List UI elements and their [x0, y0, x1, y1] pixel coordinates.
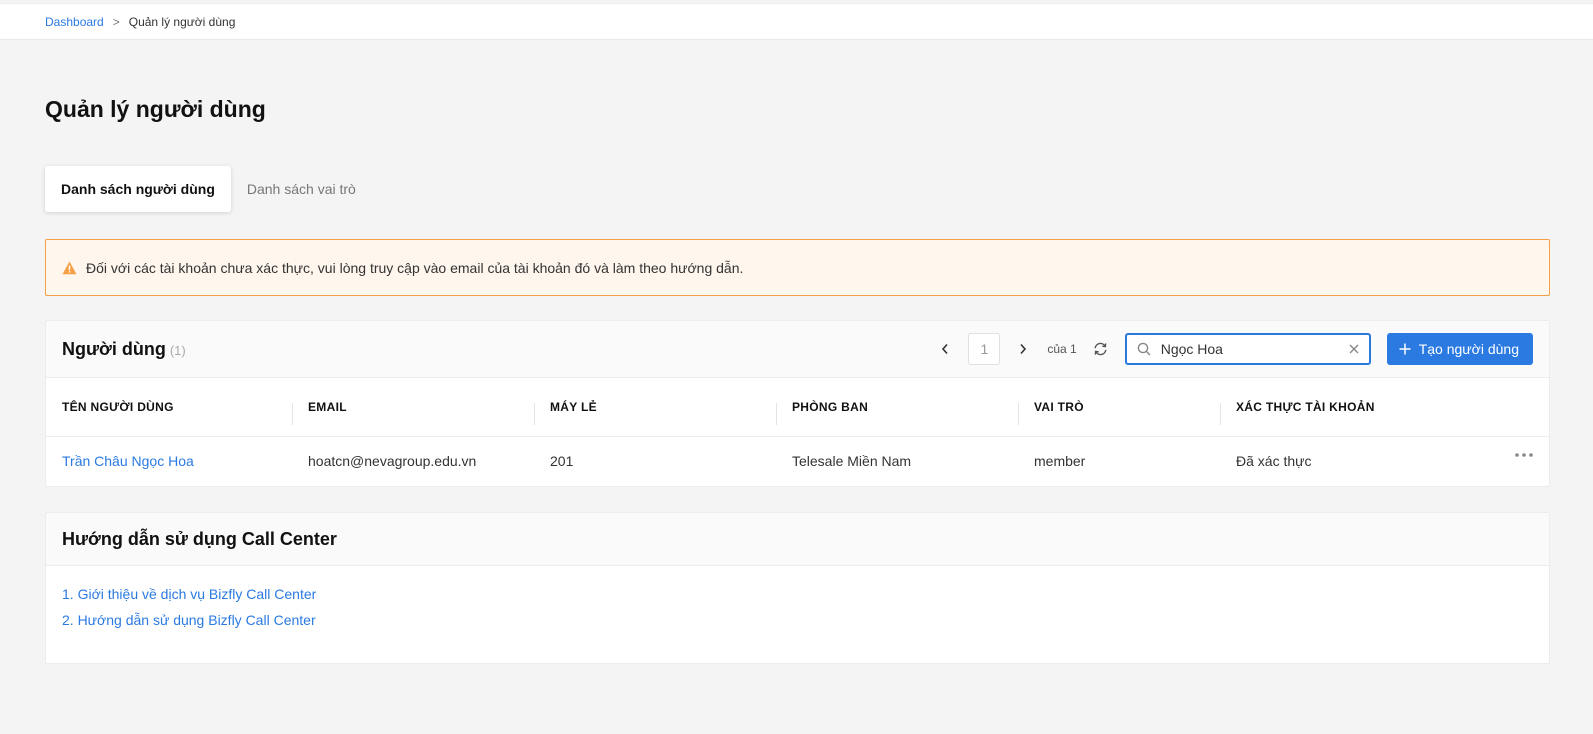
prev-page-button[interactable] [933, 333, 957, 365]
user-verification-cell: Đã xác thực [1220, 436, 1549, 486]
column-header-name[interactable]: TÊN NGƯỜI DÙNG [46, 378, 292, 437]
create-user-button[interactable]: Tạo người dùng [1386, 333, 1533, 365]
search-icon [1137, 342, 1151, 356]
table-header-row: TÊN NGƯỜI DÙNG EMAIL MÁY LẺ PHÒNG BAN VA… [46, 378, 1549, 437]
user-role: member [1034, 453, 1086, 470]
user-department: Telesale Miền Nam [792, 453, 912, 470]
guide-links: 1. Giới thiệu về dịch vụ Bizfly Call Cen… [46, 566, 1549, 636]
users-card-title: Người dùng [62, 338, 166, 359]
column-header-email[interactable]: EMAIL [292, 378, 534, 437]
table-row: Trần Châu Ngọc Hoa hoatcn@nevagroup.edu.… [46, 436, 1549, 486]
column-header-verification[interactable]: XÁC THỰC TÀI KHOẢN [1220, 378, 1549, 437]
user-extension: 201 [550, 453, 574, 470]
refresh-icon [1094, 342, 1107, 356]
users-toolbar: của 1 [933, 333, 1533, 365]
close-icon [1349, 344, 1359, 354]
column-header-department[interactable]: PHÒNG BAN [776, 378, 1018, 437]
more-horizontal-icon [1515, 453, 1533, 458]
guide-link-usage[interactable]: 2. Hướng dẫn sử dụng Bizfly Call Center [62, 610, 1533, 636]
unverified-accounts-alert: Đối với các tài khoản chưa xác thực, vui… [45, 239, 1550, 296]
breadcrumb: Dashboard > Quản lý người dùng [0, 3, 1593, 40]
guide-card-header: Hướng dẫn sử dụng Call Center [46, 513, 1549, 566]
plus-icon [1399, 343, 1411, 355]
breadcrumb-dashboard-link[interactable]: Dashboard [45, 15, 104, 29]
clear-search-button[interactable] [1349, 344, 1359, 354]
alert-text: Đối với các tài khoản chưa xác thực, vui… [86, 259, 744, 276]
user-search-box[interactable] [1124, 333, 1371, 365]
column-header-extension[interactable]: MÁY LẺ [534, 378, 776, 437]
breadcrumb-separator: > [112, 14, 120, 29]
users-table: TÊN NGƯỜI DÙNG EMAIL MÁY LẺ PHÒNG BAN VA… [46, 378, 1549, 486]
users-card: Người dùng (1) của 1 [45, 320, 1550, 487]
next-page-button[interactable] [1011, 333, 1035, 365]
tab-user-list[interactable]: Danh sách người dùng [45, 166, 231, 212]
create-user-label: Tạo người dùng [1418, 341, 1519, 357]
user-count: (1) [169, 342, 186, 358]
user-name-link[interactable]: Trần Châu Ngọc Hoa [62, 453, 194, 469]
breadcrumb-current: Quản lý người dùng [128, 14, 236, 29]
guide-card: Hướng dẫn sử dụng Call Center 1. Giới th… [45, 512, 1550, 664]
user-search-input[interactable] [1160, 341, 1349, 357]
tab-bar: Danh sách người dùng Danh sách vai trò [45, 166, 372, 212]
guide-card-title: Hướng dẫn sử dụng Call Center [62, 528, 337, 549]
refresh-button[interactable] [1091, 333, 1111, 365]
chevron-right-icon [1020, 343, 1027, 355]
page-number-input[interactable] [968, 333, 1001, 365]
user-email: hoatcn@nevagroup.edu.vn [308, 453, 477, 470]
page-total-label: của 1 [1047, 342, 1077, 356]
page-title: Quản lý người dùng [45, 96, 266, 122]
guide-link-intro[interactable]: 1. Giới thiệu về dịch vụ Bizfly Call Cen… [62, 584, 1533, 610]
column-header-role[interactable]: VAI TRÒ [1018, 378, 1220, 437]
row-actions-button[interactable] [1515, 453, 1533, 458]
chevron-left-icon [942, 343, 948, 355]
warning-triangle-icon [62, 261, 77, 274]
tab-role-list[interactable]: Danh sách vai trò [231, 166, 372, 212]
user-verification-status: Đã xác thực [1236, 453, 1312, 470]
users-card-header: Người dùng (1) của 1 [46, 321, 1549, 378]
